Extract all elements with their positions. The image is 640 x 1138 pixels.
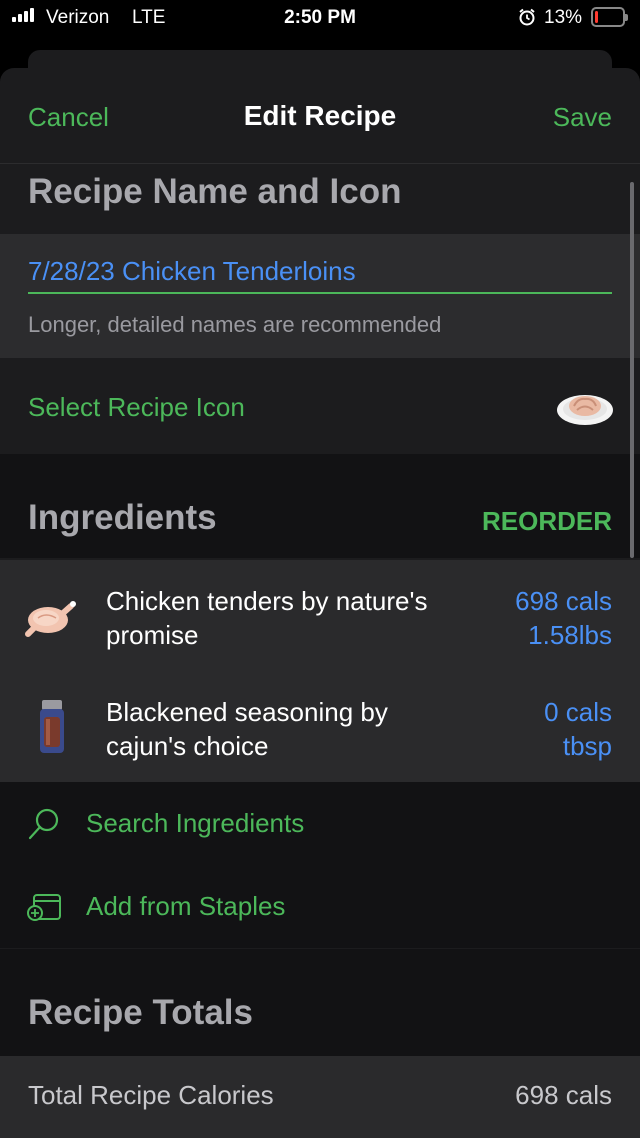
edit-recipe-sheet: Cancel Edit Recipe Save Recipe Name and … bbox=[0, 68, 640, 1138]
spice-jar-icon bbox=[40, 700, 64, 753]
reorder-button[interactable]: REORDER bbox=[482, 506, 612, 537]
total-calories-label: Total Recipe Calories bbox=[28, 1080, 274, 1110]
ingredient-actions: Search Ingredients Add from Staples bbox=[0, 782, 640, 948]
ingredient-row[interactable]: Chicken tenders by nature's promise 698 … bbox=[0, 560, 640, 670]
ingredient-nutrition: 698 cals 1.58lbs bbox=[515, 584, 612, 652]
ingredient-calories: 0 cals bbox=[544, 697, 612, 727]
save-button[interactable]: Save bbox=[553, 102, 612, 133]
recipe-name-underline bbox=[28, 292, 612, 294]
ingredient-calories: 698 cals bbox=[515, 586, 612, 616]
recipe-name-section-heading: Recipe Name and Icon bbox=[28, 172, 402, 211]
ingredient-name: Blackened seasoning by cajun's choice bbox=[106, 697, 388, 761]
ingredient-row[interactable]: Blackened seasoning by cajun's choice 0 … bbox=[0, 671, 640, 781]
recipe-totals-heading: Recipe Totals bbox=[28, 993, 253, 1032]
navigation-bar: Cancel Edit Recipe Save bbox=[0, 68, 640, 164]
scrollbar[interactable] bbox=[630, 182, 634, 558]
staples-icon bbox=[27, 894, 61, 921]
search-icon bbox=[28, 808, 59, 840]
recipe-name-field-group: 7/28/23 Chicken Tenderloins Longer, deta… bbox=[0, 234, 640, 358]
roast-chicken-icon bbox=[25, 601, 76, 637]
recipe-name-input[interactable]: 7/28/23 Chicken Tenderloins bbox=[28, 256, 356, 287]
add-from-staples-label: Add from Staples bbox=[86, 891, 286, 921]
total-calories-value: 698 cals bbox=[515, 1080, 612, 1110]
ingredient-list: Chicken tenders by nature's promise 698 … bbox=[0, 560, 640, 782]
ingredient-amount: 1.58lbs bbox=[528, 620, 612, 650]
status-bar: Verizon LTE 2:50 PM 13% bbox=[0, 0, 640, 36]
select-recipe-icon-label: Select Recipe Icon bbox=[28, 392, 245, 422]
search-ingredients-label: Search Ingredients bbox=[86, 808, 305, 838]
battery-percentage: 13% bbox=[544, 7, 583, 28]
add-from-staples-button[interactable]: Add from Staples bbox=[0, 865, 640, 947]
chicken-plate-icon[interactable] bbox=[556, 386, 614, 428]
ingredients-section-heading: Ingredients bbox=[28, 498, 217, 537]
battery-icon bbox=[591, 7, 628, 27]
recipe-name-hint: Longer, detailed names are recommended bbox=[28, 312, 442, 337]
alarm-clock-icon bbox=[519, 8, 535, 26]
select-recipe-icon-row[interactable]: Select Recipe Icon bbox=[0, 358, 640, 454]
ingredient-nutrition: 0 cals tbsp bbox=[544, 695, 612, 763]
search-ingredients-button[interactable]: Search Ingredients bbox=[0, 782, 640, 864]
total-calories-row: Total Recipe Calories 698 cals bbox=[0, 1056, 640, 1138]
battery-level-fill bbox=[595, 11, 598, 23]
ingredient-name: Chicken tenders by nature's promise bbox=[106, 586, 428, 650]
ingredient-amount: tbsp bbox=[562, 731, 612, 761]
page-title: Edit Recipe bbox=[243, 100, 397, 131]
